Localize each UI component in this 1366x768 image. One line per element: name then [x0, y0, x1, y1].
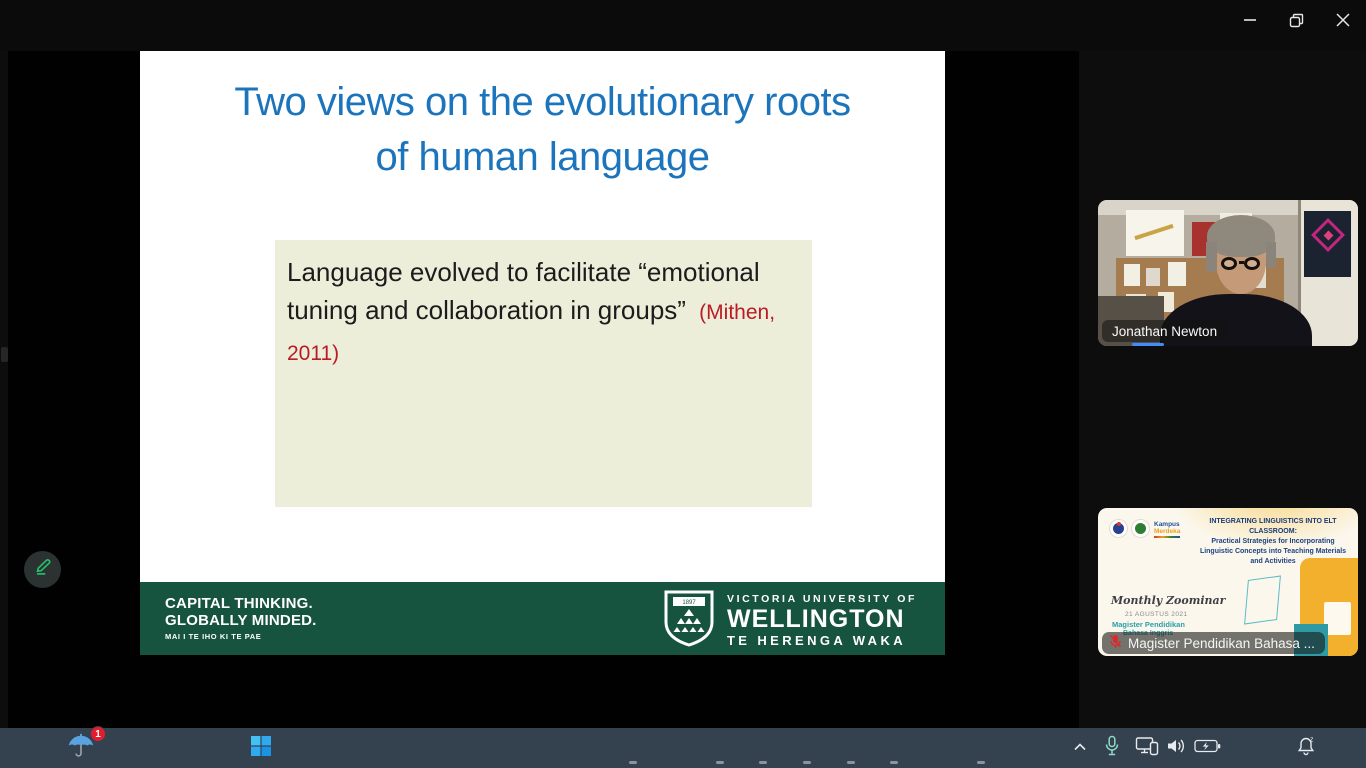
speaker-icon: [1166, 737, 1186, 760]
quote-text: Language evolved to facilitate “emotiona…: [287, 257, 760, 325]
sidebar-edge-handle[interactable]: [1, 347, 8, 362]
svg-text:1897: 1897: [682, 600, 696, 606]
running-indicator: [847, 761, 855, 764]
footer-tagline-maori: MAI I TE IHO KI TE PAE: [165, 632, 317, 641]
university-logo-lockup: 1897 VICTORIA UNIVERSITY OF WELLINGTON T…: [663, 589, 917, 652]
university-wordmark: VICTORIA UNIVERSITY OF WELLINGTON TE HER…: [727, 592, 917, 649]
university-shield-icon: 1897: [663, 589, 715, 652]
weather-notification-widget[interactable]: 1: [58, 731, 104, 765]
speaker-hair: [1207, 215, 1275, 257]
thumb-date-text: 21 AGUSTUS 2021: [1125, 611, 1187, 618]
kampus-merdeka-logo: Kampus Merdeka: [1154, 521, 1180, 538]
thumb-org-line1: Magister Pendidikan: [1112, 620, 1185, 629]
svg-text:z: z: [1310, 736, 1314, 743]
speaker-glasses: [1244, 257, 1260, 270]
university-name-maori: TE HERENGA WAKA: [727, 632, 917, 649]
participant-name-label: Magister Pendidikan Bahasa ...: [1102, 632, 1325, 654]
footer-tagline-2: GLOBALLY MINDED.: [165, 612, 317, 629]
notification-badge: 1: [90, 726, 106, 742]
thumb-slide-subtitle: Practical Strategies for Incorporating L…: [1194, 537, 1352, 567]
slide-title: Two views on the evolutionary roots of h…: [140, 75, 945, 185]
notification-bell-button[interactable]: z: [1293, 734, 1319, 762]
thumb-slide-title-block: INTEGRATING LINGUISTICS INTO ELT CLASSRO…: [1194, 517, 1352, 567]
university-name-large: WELLINGTON: [727, 606, 917, 632]
slide-title-line1: Two views on the evolutionary roots: [140, 75, 945, 130]
zoom-meeting-window: Two views on the evolutionary roots of h…: [0, 0, 1366, 768]
participant-video-host[interactable]: Kampus Merdeka INTEGRATING LINGUISTICS I…: [1098, 508, 1358, 656]
participant-name-label: Jonathan Newton: [1102, 320, 1227, 342]
speaker-glasses: [1221, 257, 1237, 270]
slide-footer-banner: CAPITAL THINKING. GLOBALLY MINDED. MAI I…: [140, 582, 945, 655]
university-name-small: VICTORIA UNIVERSITY OF: [727, 592, 917, 606]
campus-logo-icon: [1132, 520, 1149, 537]
speaker-glasses-bridge: [1239, 261, 1244, 264]
windows-taskbar: 1 Search: [0, 728, 1366, 768]
participant-name: Magister Pendidikan Bahasa ...: [1128, 636, 1315, 651]
pencil-icon: [32, 556, 54, 583]
video-bg-poster: [1126, 210, 1184, 256]
speaking-indicator: [1132, 343, 1164, 346]
footer-taglines: CAPITAL THINKING. GLOBALLY MINDED. MAI I…: [165, 595, 317, 641]
battery-icon: [1194, 738, 1221, 759]
close-icon: [1336, 13, 1350, 27]
windows-logo-icon: [250, 735, 272, 762]
restore-icon: [1289, 13, 1304, 28]
slide-quote-box: Language evolved to facilitate “emotiona…: [275, 240, 812, 507]
thumb-slide-title: INTEGRATING LINGUISTICS INTO ELT CLASSRO…: [1194, 517, 1352, 537]
tray-battery-button[interactable]: [1192, 737, 1222, 759]
window-title-bar: [0, 0, 1366, 51]
running-indicator: [977, 761, 985, 764]
participant-name: Jonathan Newton: [1112, 324, 1217, 339]
annotate-button[interactable]: [24, 551, 61, 588]
start-button[interactable]: [247, 734, 275, 762]
thumb-zoominar-script: Monthly Zoominar: [1111, 594, 1225, 607]
video-bg-dark-poster: [1304, 211, 1351, 277]
restore-button[interactable]: [1273, 0, 1319, 40]
speaker-hair-side: [1266, 242, 1276, 268]
focus-bell-icon: z: [1296, 735, 1316, 762]
running-indicator: [759, 761, 767, 764]
cast-display-icon: [1135, 735, 1159, 762]
participant-video-speaker[interactable]: Jonathan Newton: [1098, 200, 1358, 346]
mic-muted-icon: [1109, 634, 1122, 652]
microphone-icon: [1104, 735, 1120, 762]
running-indicator: [890, 761, 898, 764]
tray-chevron-button[interactable]: [1068, 736, 1092, 760]
presentation-slide: Two views on the evolutionary roots of h…: [140, 51, 945, 655]
ministry-logo-icon: [1110, 520, 1127, 537]
tray-microphone-button[interactable]: [1100, 733, 1124, 763]
footer-tagline-1: CAPITAL THINKING.: [165, 595, 317, 612]
kampus-word: Kampus: [1154, 521, 1180, 528]
tray-volume-button[interactable]: [1163, 735, 1189, 761]
running-indicator: [716, 761, 724, 764]
minimize-button[interactable]: [1227, 0, 1273, 40]
minimize-icon: [1243, 13, 1257, 27]
merdeka-word: Merdeka: [1154, 528, 1180, 535]
running-indicator: [629, 761, 637, 764]
tray-cast-button[interactable]: [1133, 735, 1161, 761]
slide-title-line2: of human language: [140, 130, 945, 185]
speaker-hair-side: [1206, 242, 1217, 272]
thumb-outline-shape: [1244, 575, 1281, 624]
running-indicator: [803, 761, 811, 764]
chevron-up-icon: [1073, 739, 1087, 757]
close-button[interactable]: [1320, 0, 1366, 40]
